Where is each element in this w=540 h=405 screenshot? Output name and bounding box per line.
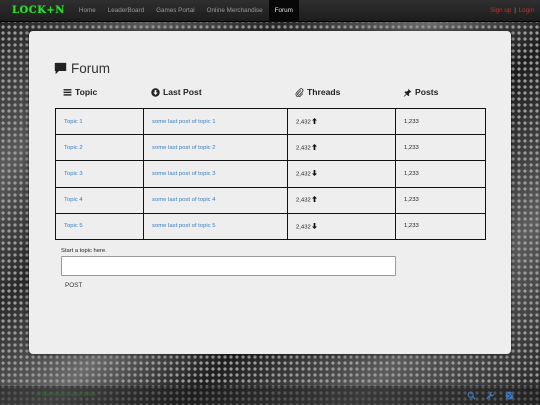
- list-icon: [63, 88, 72, 96]
- table-row: Topic 4 some last post of topic 4 2,432 …: [55, 186, 486, 214]
- threads-cell: 2,432: [287, 212, 396, 241]
- last-post-link[interactable]: some last post of topic 2: [143, 134, 288, 162]
- threads-count: 2,432: [296, 197, 311, 204]
- threads-cell: 2,432: [287, 134, 396, 162]
- brand-logo[interactable]: LOCK+N: [0, 0, 73, 22]
- threads-cell: 2,432: [287, 107, 396, 136]
- login-link[interactable]: Login: [519, 7, 534, 14]
- header-last-post-label: Last Post: [163, 87, 202, 97]
- threads-count: 2,432: [296, 171, 311, 178]
- last-post-link[interactable]: some last post of topic 3: [143, 160, 288, 188]
- arrow-up-icon: [311, 117, 317, 124]
- threads-count: 2,432: [296, 119, 311, 126]
- post-button[interactable]: POST: [65, 280, 82, 290]
- paperclip-icon: [295, 87, 304, 97]
- posts-count: 1,233: [395, 134, 486, 162]
- table-row: Topic 1 some last post of topic 1 2,432 …: [55, 107, 486, 136]
- pushpin-icon: [403, 88, 412, 97]
- topic-link[interactable]: Topic 2: [55, 134, 144, 162]
- auth-separator: |: [514, 7, 516, 14]
- header-topic: Topic: [63, 85, 97, 99]
- arrow-down-icon: [311, 170, 317, 177]
- wrench-icon[interactable]: [486, 391, 495, 400]
- header-threads-label: Threads: [307, 87, 341, 97]
- download-circle-icon: [151, 87, 160, 97]
- last-post-link[interactable]: some last post of topic 5: [143, 212, 288, 241]
- table-row: Topic 3 some last post of topic 3 2,432 …: [55, 160, 486, 188]
- search-icon[interactable]: [467, 391, 476, 400]
- page-title-text: Forum: [71, 60, 111, 76]
- threads-count: 2,432: [296, 224, 311, 231]
- topic-link[interactable]: Topic 5: [55, 212, 144, 241]
- footer-icons: [457, 391, 514, 400]
- table-row: Topic 5 some last post of topic 5 2,432 …: [55, 212, 486, 241]
- threads-count: 2,432: [296, 145, 311, 152]
- new-topic-label: Start a topic here.: [61, 248, 107, 254]
- table-row: Topic 2 some last post of topic 2 2,432 …: [55, 134, 486, 162]
- topic-link[interactable]: Topic 4: [55, 186, 144, 214]
- footer: © Wei Hao, David, Elliot: [0, 386, 540, 405]
- posts-count: 1,233: [395, 107, 486, 136]
- page-title: Forum: [54, 59, 110, 77]
- new-topic-input[interactable]: [61, 256, 396, 276]
- last-post-link[interactable]: some last post of topic 1: [143, 107, 288, 136]
- auth-links: Sign up | Login: [490, 0, 534, 22]
- nav-item-games-portal[interactable]: Games Portal: [150, 0, 201, 22]
- nav-item-leaderboard[interactable]: LeaderBoard: [102, 0, 150, 22]
- globe-icon[interactable]: [505, 391, 514, 400]
- forum-panel: Forum Topic Last Post Threads Posts Topi…: [29, 31, 511, 354]
- nav-item-forum[interactable]: Forum: [268, 0, 299, 22]
- signup-link[interactable]: Sign up: [490, 7, 511, 14]
- header-topic-label: Topic: [75, 87, 98, 97]
- threads-cell: 2,432: [287, 160, 396, 188]
- posts-count: 1,233: [395, 160, 486, 188]
- header-posts-label: Posts: [415, 87, 439, 97]
- nav-menu: Home LeaderBoard Games Portal Online Mer…: [73, 0, 299, 22]
- top-navbar: LOCK+N Home LeaderBoard Games Portal Onl…: [0, 0, 540, 22]
- topic-link[interactable]: Topic 3: [55, 160, 144, 188]
- forum-table: Topic 1 some last post of topic 1 2,432 …: [55, 107, 486, 241]
- nav-item-home[interactable]: Home: [73, 0, 102, 22]
- posts-count: 1,233: [395, 212, 486, 241]
- header-last-post: Last Post: [151, 85, 202, 99]
- topic-link[interactable]: Topic 1: [55, 107, 144, 136]
- threads-cell: 2,432: [287, 186, 396, 214]
- nav-item-online-merchandise[interactable]: Online Merchandise: [201, 0, 269, 22]
- last-post-link[interactable]: some last post of topic 4: [143, 186, 288, 214]
- comment-icon: [54, 62, 67, 74]
- arrow-up-icon: [311, 144, 317, 151]
- header-threads: Threads: [295, 85, 340, 99]
- arrow-down-icon: [311, 222, 317, 229]
- posts-count: 1,233: [395, 186, 486, 214]
- arrow-up-icon: [311, 196, 317, 203]
- header-posts: Posts: [403, 85, 438, 99]
- copyright-text: © Wei Hao, David, Elliot: [36, 392, 96, 398]
